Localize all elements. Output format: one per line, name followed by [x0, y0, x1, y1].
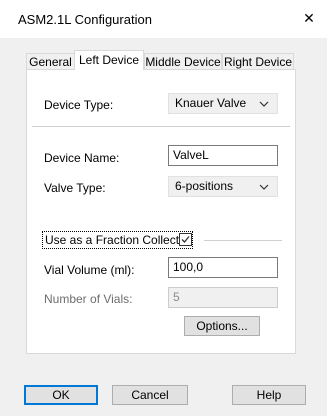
fraction-collector-label[interactable]: Use as a Fraction Collector	[42, 231, 193, 249]
tab-general[interactable]: General	[26, 53, 75, 70]
cancel-button[interactable]: Cancel	[112, 385, 188, 405]
fraction-collector-checkbox[interactable]	[179, 233, 192, 246]
device-type-value: Knauer Valve	[175, 96, 247, 110]
valve-type-label: Valve Type:	[44, 181, 106, 195]
options-button[interactable]: Options...	[184, 316, 260, 336]
group-separator-line	[204, 240, 282, 241]
valve-type-value: 6-positions	[175, 179, 234, 193]
tab-strip: General Left Device Middle Device Right …	[26, 50, 296, 70]
valve-type-select[interactable]: 6-positions	[168, 176, 278, 197]
ok-button[interactable]: OK	[24, 385, 98, 405]
checkmark-icon	[181, 236, 190, 243]
tab-right-device[interactable]: Right Device	[222, 53, 294, 70]
device-type-label: Device Type:	[44, 98, 114, 112]
chevron-down-icon	[259, 180, 269, 199]
title-bar: ASM2.1L Configuration ✕	[0, 0, 327, 38]
chevron-down-icon	[259, 97, 269, 116]
device-name-input[interactable]: ValveL	[168, 145, 278, 166]
close-icon[interactable]: ✕	[299, 8, 319, 28]
vial-volume-label: Vial Volume (ml):	[44, 263, 135, 277]
number-of-vials-input: 5	[168, 287, 278, 308]
tab-middle-device[interactable]: Middle Device	[144, 53, 222, 70]
tab-left-device[interactable]: Left Device	[74, 50, 144, 70]
device-name-label: Device Name:	[44, 151, 120, 165]
device-type-select[interactable]: Knauer Valve	[168, 93, 278, 114]
number-of-vials-label: Number of Vials:	[44, 292, 133, 306]
help-button[interactable]: Help	[232, 385, 306, 405]
window-title: ASM2.1L Configuration	[18, 12, 152, 27]
vial-volume-input[interactable]: 100,0	[168, 257, 278, 278]
